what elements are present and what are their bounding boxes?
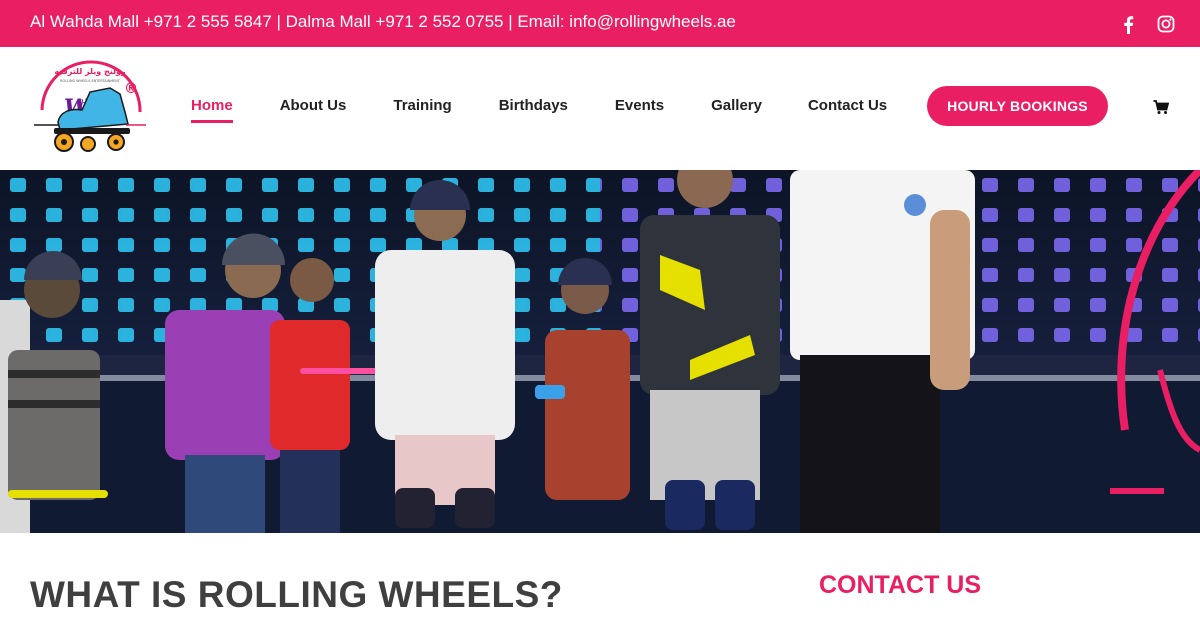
site-header: رولنج ويلز للترفيه ROLLING WHEELS ENTERT… [0,47,1200,170]
social-links [1118,14,1176,34]
svg-text:®: ® [124,81,138,97]
nav-events[interactable]: Events [615,97,664,114]
main-nav: Home About Us Training Birthdays Events … [191,97,887,123]
nav-birthdays[interactable]: Birthdays [499,97,568,114]
nav-gallery[interactable]: Gallery [711,97,762,114]
instagram-icon[interactable] [1156,14,1176,34]
nav-training[interactable]: Training [393,97,451,114]
svg-text:ROLLING WHEELS ENTERTAINMENT: ROLLING WHEELS ENTERTAINMENT [60,79,121,83]
cart-icon[interactable] [1153,99,1170,115]
about-section-title: WHAT IS ROLLING WHEELS? [30,574,563,615]
contact-section-title: CONTACT US [819,571,982,599]
nav-home[interactable]: Home [191,97,233,123]
contact-info-text: Al Wahda Mall +971 2 555 5847 | Dalma Ma… [30,12,736,31]
hourly-bookings-button[interactable]: HOURLY BOOKINGS [927,86,1108,126]
nav-contact-us[interactable]: Contact Us [808,97,887,114]
hero-illustration [0,170,1200,533]
svg-text:رولنج ويلز للترفيه: رولنج ويلز للترفيه [54,67,126,76]
top-bar: Al Wahda Mall +971 2 555 5847 | Dalma Ma… [0,0,1200,47]
nav-about-us[interactable]: About Us [280,97,347,114]
rolling-wheels-logo[interactable]: رولنج ويلز للترفيه ROLLING WHEELS ENTERT… [30,52,150,167]
hero-photo [0,170,1200,533]
facebook-icon[interactable] [1118,14,1138,34]
